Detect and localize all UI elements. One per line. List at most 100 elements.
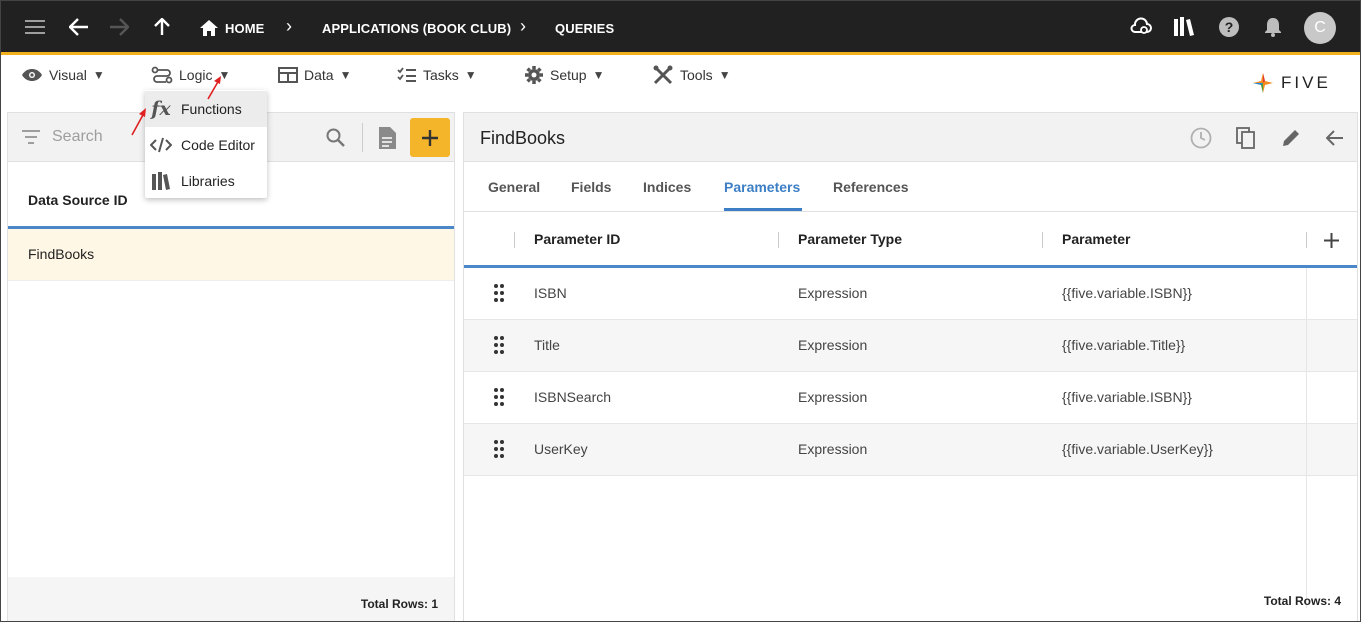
cloud-sync-icon[interactable] <box>1128 14 1154 40</box>
add-record-button[interactable] <box>410 118 450 157</box>
cell-parameter-type: Expression <box>798 441 868 457</box>
breadcrumb-applications[interactable]: APPLICATIONS (BOOK CLUB) <box>322 21 511 36</box>
cell-parameter-type: Expression <box>798 337 868 353</box>
svg-text:?: ? <box>1225 19 1234 35</box>
menu-tools[interactable]: Tools ▼ <box>652 64 731 86</box>
filter-icon <box>22 130 40 144</box>
column-separator <box>1306 232 1307 248</box>
tab-indices[interactable]: Indices <box>643 179 691 195</box>
tab-parameters[interactable]: Parameters <box>724 179 800 195</box>
table-grid-icon <box>278 67 298 83</box>
document-icon <box>379 127 396 149</box>
top-bar: HOME › APPLICATIONS (BOOK CLUB) › QUERIE… <box>1 1 1360 55</box>
menu-item-libraries[interactable]: Libraries <box>145 163 267 199</box>
home-icon[interactable] <box>196 15 222 41</box>
menu-tasks-label: Tasks <box>423 67 459 83</box>
checklist-icon <box>397 67 416 82</box>
menu-visual[interactable]: Visual ▼ <box>21 64 105 86</box>
add-column-plus-icon[interactable] <box>1324 233 1339 248</box>
logo-text: FIVE <box>1281 73 1331 92</box>
tab-fields[interactable]: Fields <box>571 179 611 195</box>
five-logo: FIVE <box>1251 71 1331 95</box>
close-back-arrow-icon[interactable] <box>1322 125 1348 151</box>
copy-icon[interactable] <box>1233 125 1259 151</box>
menu-visual-label: Visual <box>49 67 87 83</box>
fx-function-icon: fx <box>151 98 171 120</box>
menu-tools-label: Tools <box>680 67 713 83</box>
cell-parameter: {{five.variable.ISBN}} <box>1062 389 1192 405</box>
tab-general[interactable]: General <box>488 179 540 195</box>
menu-setup-label: Setup <box>550 67 587 83</box>
breadcrumb-home[interactable]: HOME <box>225 21 264 36</box>
record-detail-panel: FindBooks General Fields Indices Paramet… <box>463 112 1358 621</box>
menu-item-functions-label: Functions <box>181 101 242 117</box>
menu-setup[interactable]: Setup ▼ <box>524 64 604 86</box>
plus-icon <box>422 129 438 146</box>
hamburger-menu-icon[interactable] <box>22 14 48 40</box>
drag-handle-icon[interactable] <box>494 388 504 406</box>
logic-dropdown-menu: fx Functions Code Editor Libraries <box>145 90 267 198</box>
list-item[interactable]: FindBooks <box>8 229 454 281</box>
parameters-table-header: Parameter ID Parameter Type Parameter <box>464 212 1357 268</box>
cell-parameter-id: UserKey <box>534 441 588 457</box>
tab-references[interactable]: References <box>833 179 909 195</box>
gear-icon <box>525 66 543 84</box>
drag-handle-icon[interactable] <box>494 440 504 458</box>
breadcrumb-chevron-icon: › <box>520 16 526 36</box>
total-rows-label: Total Rows: 1 <box>8 577 454 621</box>
total-rows-label: Total Rows: 4 <box>1263 594 1341 608</box>
cell-parameter-type: Expression <box>798 389 868 405</box>
annotation-arrow-functions <box>131 108 146 136</box>
column-separator <box>514 232 515 248</box>
column-header-parameter-type[interactable]: Parameter Type <box>798 231 902 247</box>
annotation-arrow-logic <box>207 76 221 100</box>
record-title: FindBooks <box>480 128 566 148</box>
menu-tasks[interactable]: Tasks ▼ <box>397 64 477 86</box>
search-input[interactable]: Search <box>52 128 103 146</box>
table-edge-divider <box>1306 268 1307 608</box>
tools-wrench-icon <box>653 65 673 85</box>
menu-item-libraries-label: Libraries <box>181 173 235 189</box>
search-icon <box>326 128 345 147</box>
active-tab-indicator <box>724 208 802 211</box>
up-arrow-icon[interactable] <box>149 14 175 40</box>
table-row[interactable]: UserKey Expression {{five.variable.UserK… <box>464 424 1357 476</box>
back-arrow-icon[interactable] <box>66 14 92 40</box>
history-clock-icon[interactable] <box>1188 125 1214 151</box>
table-row[interactable]: ISBNSearch Expression {{five.variable.IS… <box>464 372 1357 424</box>
table-row[interactable]: ISBN Expression {{five.variable.ISBN}} <box>464 268 1357 320</box>
cell-parameter-type: Expression <box>798 285 868 301</box>
cell-parameter: {{five.variable.UserKey}} <box>1062 441 1213 457</box>
library-books-icon[interactable] <box>1171 14 1197 40</box>
column-separator <box>778 232 779 248</box>
cell-parameter: {{five.variable.ISBN}} <box>1062 285 1192 301</box>
cell-parameter: {{five.variable.Title}} <box>1062 337 1186 353</box>
app-window: HOME › APPLICATIONS (BOOK CLUB) › QUERIE… <box>0 0 1361 622</box>
drag-handle-icon[interactable] <box>494 336 504 354</box>
detail-header: FindBooks <box>464 113 1357 162</box>
help-icon[interactable]: ? <box>1216 14 1242 40</box>
cell-parameter-id: ISBNSearch <box>534 389 612 405</box>
eye-icon <box>22 69 42 81</box>
breadcrumb-queries[interactable]: QUERIES <box>555 21 614 36</box>
drag-handle-icon[interactable] <box>494 284 504 302</box>
code-brackets-icon <box>149 133 173 157</box>
logic-route-icon <box>151 66 173 84</box>
breadcrumb-chevron-icon: › <box>286 16 292 36</box>
menu-item-code-editor[interactable]: Code Editor <box>145 127 267 163</box>
libraries-books-icon <box>149 169 173 193</box>
menu-data-label: Data <box>304 67 334 83</box>
table-row[interactable]: Title Expression {{five.variable.Title}} <box>464 320 1357 372</box>
column-header-parameter-id[interactable]: Parameter ID <box>534 231 620 247</box>
notifications-bell-icon[interactable] <box>1260 14 1286 40</box>
edit-pencil-icon[interactable] <box>1278 125 1304 151</box>
forward-arrow-icon[interactable] <box>106 14 132 40</box>
user-avatar[interactable]: C <box>1304 12 1336 44</box>
cell-parameter-id: ISBN <box>534 285 567 301</box>
detail-tabs: General Fields Indices Parameters Refere… <box>464 162 1357 212</box>
menu-item-code-editor-label: Code Editor <box>181 137 255 153</box>
column-header-parameter[interactable]: Parameter <box>1062 231 1131 247</box>
column-separator <box>1042 232 1043 248</box>
menu-data[interactable]: Data ▼ <box>278 64 351 86</box>
divider <box>362 123 363 152</box>
